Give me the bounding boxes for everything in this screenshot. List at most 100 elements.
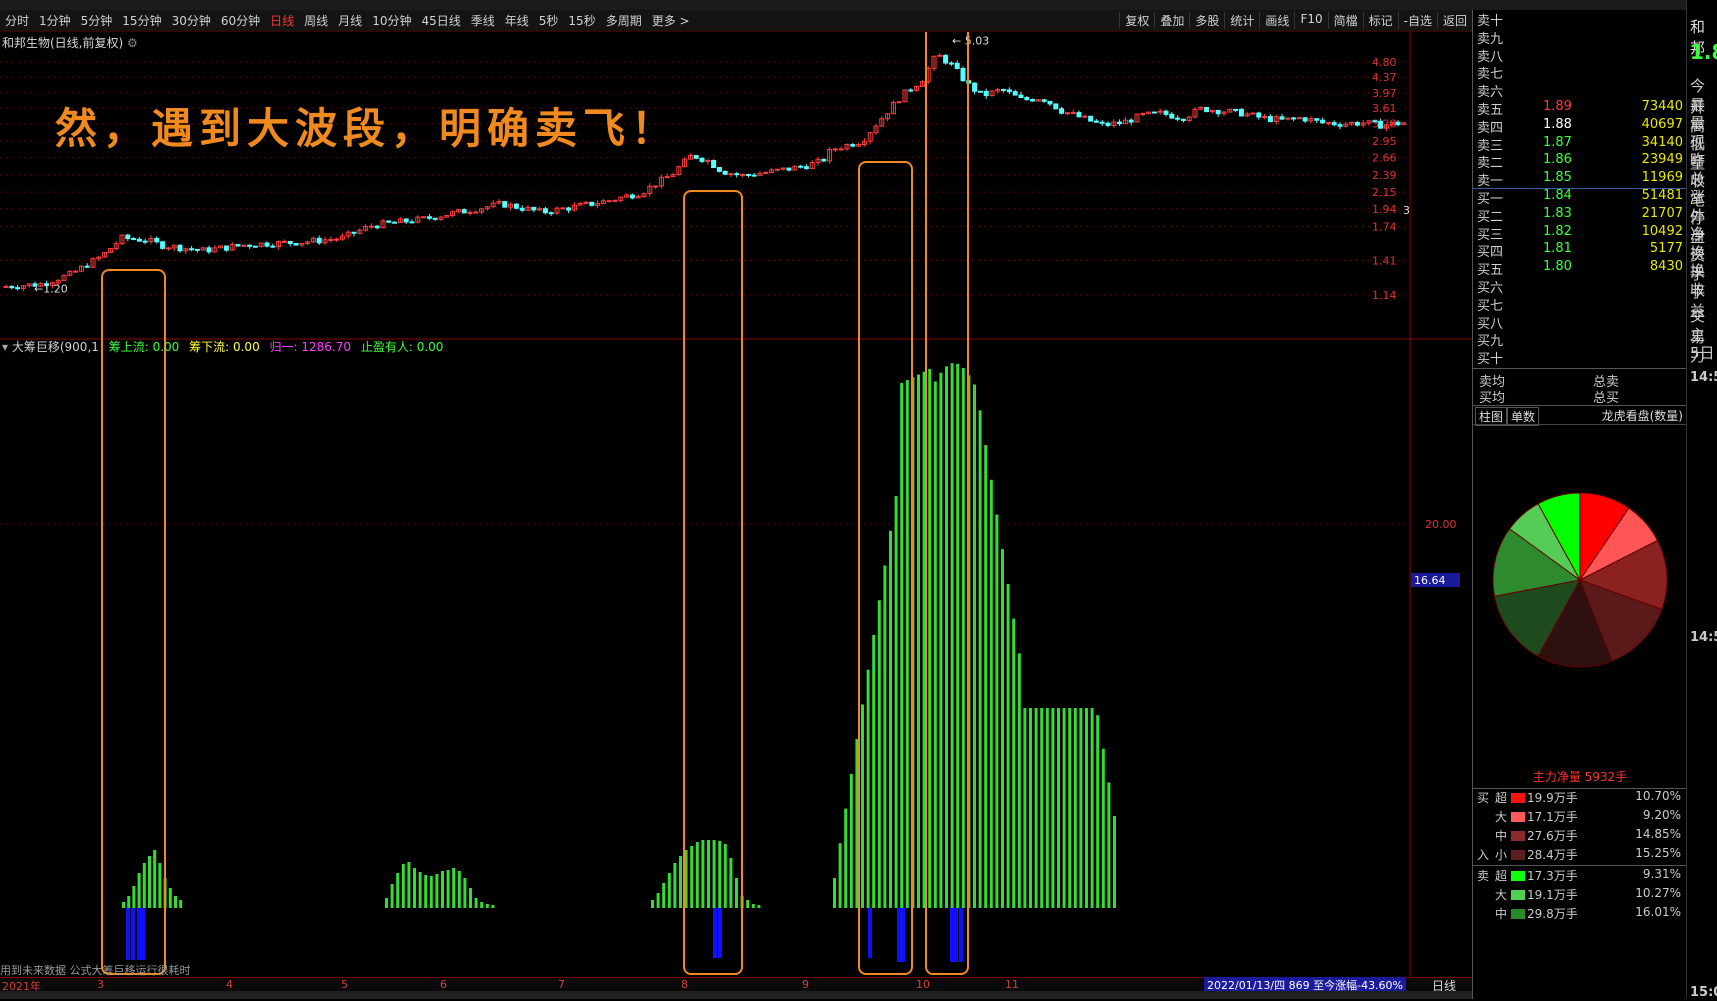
tool-button-5[interactable]: F10 [1294,12,1327,29]
collapse-icon[interactable]: ▾ [2,340,8,354]
period-tab-4[interactable]: 30分钟 [167,12,216,29]
tool-button-2[interactable]: 多股 [1189,12,1224,29]
tool-button-0[interactable]: 复权 [1119,12,1154,29]
tool-button-8[interactable]: -自选 [1397,12,1437,29]
order-row[interactable]: 买五 1.80 8430 [1477,259,1683,278]
indicator-bar [1068,708,1072,908]
period-tab-6[interactable]: 日线 [265,12,299,29]
indicator-bar [894,496,898,908]
candle-body [606,200,612,203]
period-tab-13[interactable]: 5秒 [534,12,564,29]
order-row[interactable]: 卖三 1.87 34140 [1477,135,1683,154]
period-tab-1[interactable]: 1分钟 [34,12,76,29]
candle-body [542,208,548,214]
period-tab-5[interactable]: 60分钟 [216,12,265,29]
period-tab-10[interactable]: 45日线 [416,12,465,29]
panel-right-title[interactable]: 龙虎看盘(数量) [1602,407,1683,424]
order-row[interactable]: 买十 [1477,348,1683,367]
period-tab-3[interactable]: 15分钟 [117,12,166,29]
kline-and-indicator-chart[interactable]: 4.80 4.37 3.97 3.61 3.28 2.95 2.66 2.39 2.15 1.94… [0,32,1472,977]
tool-button-6[interactable]: 简檔 [1327,12,1363,29]
period-tab-16[interactable]: 更多 > [647,12,695,29]
order-row[interactable]: 卖二 1.86 23949 [1477,152,1683,171]
tool-button-4[interactable]: 画线 [1259,12,1294,29]
candle-body [386,220,392,223]
candle-body [1070,112,1076,115]
order-row[interactable]: 卖五 1.89 73440 [1477,99,1683,118]
period-tab-7[interactable]: 周线 [299,12,333,29]
tool-button-9[interactable]: 返回 [1436,12,1472,29]
tab-bar-chart[interactable]: 柱图 [1475,407,1508,426]
flow-side: 买 [1477,791,1490,805]
tool-button-7[interactable]: 标记 [1362,12,1398,29]
order-row[interactable]: 买一 1.84 51481 [1477,188,1683,207]
order-row[interactable]: 卖八 [1477,46,1683,65]
chart-area[interactable]: 4.80 4.37 3.97 3.61 3.28 2.95 2.66 2.39 2.15 1.94… [0,32,1472,977]
order-row[interactable]: 买八 [1477,313,1683,332]
flow-size: 大 [1495,888,1508,902]
order-level-label: 买四 [1477,245,1504,261]
candle-body [334,238,340,241]
indicator-bar [662,883,666,908]
order-row[interactable]: 卖六 [1477,81,1683,100]
candle-body [421,216,427,219]
tab-count[interactable]: 单数 [1507,407,1540,426]
order-level-label: 卖七 [1477,67,1504,83]
order-row[interactable]: 卖九 [1477,28,1683,47]
tool-button-3[interactable]: 统计 [1224,12,1259,29]
quote-label: 5日 [1690,344,1715,362]
period-tab-2[interactable]: 5分钟 [76,12,118,29]
candle-body [235,244,241,247]
order-row[interactable]: 卖一 1.85 11969 [1477,170,1683,189]
order-row[interactable]: 买二 1.83 21707 [1477,206,1683,225]
indicator-bar [695,842,699,908]
candle-body [1354,121,1360,126]
order-row[interactable]: 卖十 [1477,10,1683,29]
indicator-bar [385,898,388,908]
flow-swatch [1511,793,1525,803]
period-tab-0[interactable]: 分时 [0,12,34,29]
candle-body [368,225,374,228]
order-book: 卖十 卖九 卖八卖七 卖六 卖五 1.89 73440 卖四 1.88 40697 卖三 1.87 34… [1473,10,1687,370]
candle-body [136,238,142,242]
flow-swatch [1511,890,1525,900]
candle-body [1018,94,1024,98]
indicator-bar [480,902,484,908]
period-tab-9[interactable]: 10分钟 [367,12,416,29]
price-tick-5: 2.95 [1372,135,1397,148]
order-row[interactable]: 买三 1.82 10492 [1477,224,1683,243]
period-tab-15[interactable]: 多周期 [601,12,647,29]
candle-body [1180,118,1186,121]
period-tab-14[interactable]: 15秒 [563,12,600,29]
candle-body [131,238,137,241]
period-tab-12[interactable]: 年线 [500,12,534,29]
order-row[interactable]: 买九 [1477,330,1683,349]
order-row[interactable]: 卖四 1.88 40697 [1477,117,1683,136]
candle-body [566,207,572,211]
candle-body [629,194,635,199]
order-row[interactable]: 买四 1.81 5177 [1477,241,1683,261]
period-tab-8[interactable]: 月线 [333,12,367,29]
indicator-bar [413,868,416,908]
tool-button-1[interactable]: 叠加 [1154,12,1189,29]
indicator-bar [945,366,948,908]
indicator-bar [1045,708,1049,908]
flow-amount: 27.6万手 [1527,829,1578,843]
order-row[interactable]: 卖七 [1477,63,1683,83]
candle-body [316,237,322,244]
indicator-bar [684,850,688,908]
order-row[interactable]: 买六 [1477,277,1683,296]
date-tick-5: 7 [558,978,565,991]
candle-body [1215,109,1221,115]
settings-icon[interactable]: ⚙ [127,36,138,50]
candle-body [328,238,334,241]
order-row[interactable]: 买七 [1477,295,1683,314]
indicator-bar [148,856,151,908]
period-tab-11[interactable]: 季线 [466,12,500,29]
indicator-bar [469,888,472,908]
indicator-bar [1023,708,1027,908]
order-level-label: 买二 [1477,209,1504,225]
candle-body [287,240,293,244]
indicator-name[interactable]: 大筹巨移(900,1 [12,340,99,354]
indicator-bar [1101,748,1105,908]
